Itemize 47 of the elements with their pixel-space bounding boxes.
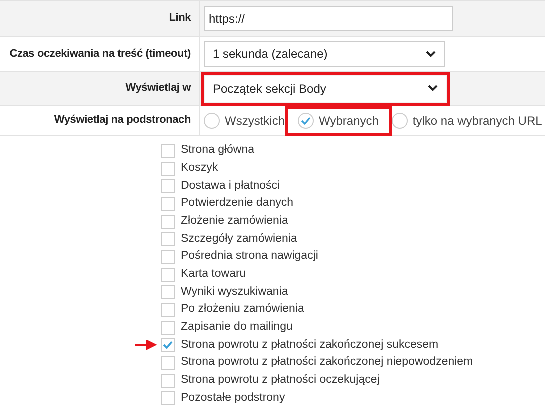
checkbox[interactable] [161, 162, 175, 176]
checkbox[interactable] [161, 285, 175, 300]
page-checkbox-option[interactable]: Dostawa i płatności [161, 178, 280, 195]
checkbox[interactable] [161, 250, 175, 264]
checkbox[interactable] [161, 356, 175, 370]
checkbox[interactable] [161, 144, 175, 158]
field-label: Czas oczekiwania na treść (timeout) [10, 46, 191, 62]
page-checkbox-option[interactable]: Strona powrotu z płatności oczekującej [161, 372, 380, 390]
page-checkbox-option[interactable]: Złożenie zamówienia [161, 212, 288, 230]
page-checkbox-option[interactable]: Zapisanie do mailingu [161, 319, 293, 336]
page-checkbox-option[interactable]: Koszyk [161, 160, 218, 178]
page-checkbox-option[interactable]: Wyniki wyszukiwania [161, 284, 288, 301]
field-label: Wyświetlaj na podstronach [54, 113, 191, 128]
page-checkbox-option[interactable]: Karta towaru [161, 266, 246, 284]
page-checkbox-option[interactable]: Pośrednia strona nawigacji [161, 248, 318, 266]
field-label: Link [169, 11, 191, 26]
dropdown-select[interactable]: Początek sekcji Body [205, 76, 446, 102]
radio-option[interactable]: Wszystkich [204, 112, 285, 130]
checkbox[interactable] [161, 391, 175, 406]
checkmark-icon [163, 341, 173, 350]
checkbox[interactable] [161, 179, 175, 194]
chevron-down-icon [426, 50, 436, 58]
checkbox[interactable] [161, 374, 175, 388]
radio-button[interactable] [298, 112, 314, 128]
page-checkbox-option[interactable]: Strona główna [161, 142, 255, 160]
checkbox[interactable] [161, 232, 175, 246]
checkbox[interactable] [161, 320, 175, 335]
link-input[interactable]: https:// [204, 6, 453, 31]
page-checkbox-option[interactable]: Strona powrotu z płatności zakończonej sukcesem [161, 336, 439, 354]
page-checkbox-option[interactable]: Strona powrotu z płatności zakończonej niepowodzeniem [161, 354, 474, 372]
field-label: Wyświetlaj w [126, 81, 191, 96]
checkbox[interactable] [161, 196, 175, 211]
checkbox[interactable] [161, 214, 175, 229]
radio-button[interactable] [392, 112, 408, 128]
chevron-down-icon [428, 85, 438, 92]
checkbox[interactable] [161, 303, 175, 318]
page-checkbox-option[interactable]: Pozostałe podstrony [161, 390, 286, 408]
dropdown-select[interactable]: 1 sekunda (zalecane) [204, 41, 445, 67]
checkmark-icon [301, 116, 311, 124]
checkbox[interactable] [161, 268, 175, 282]
radio-button[interactable] [204, 112, 220, 128]
page-checkbox-option[interactable]: Po złożeniu zamówienia [161, 301, 304, 319]
radio-option[interactable]: Wybranych [298, 112, 379, 130]
page-checkbox-option[interactable]: Potwierdzenie danych [161, 195, 294, 213]
radio-option[interactable]: tylko na wybranych URL [392, 112, 542, 130]
page-checkbox-option[interactable]: Szczegóły zamówienia [161, 230, 298, 248]
checkbox[interactable] [161, 338, 175, 352]
